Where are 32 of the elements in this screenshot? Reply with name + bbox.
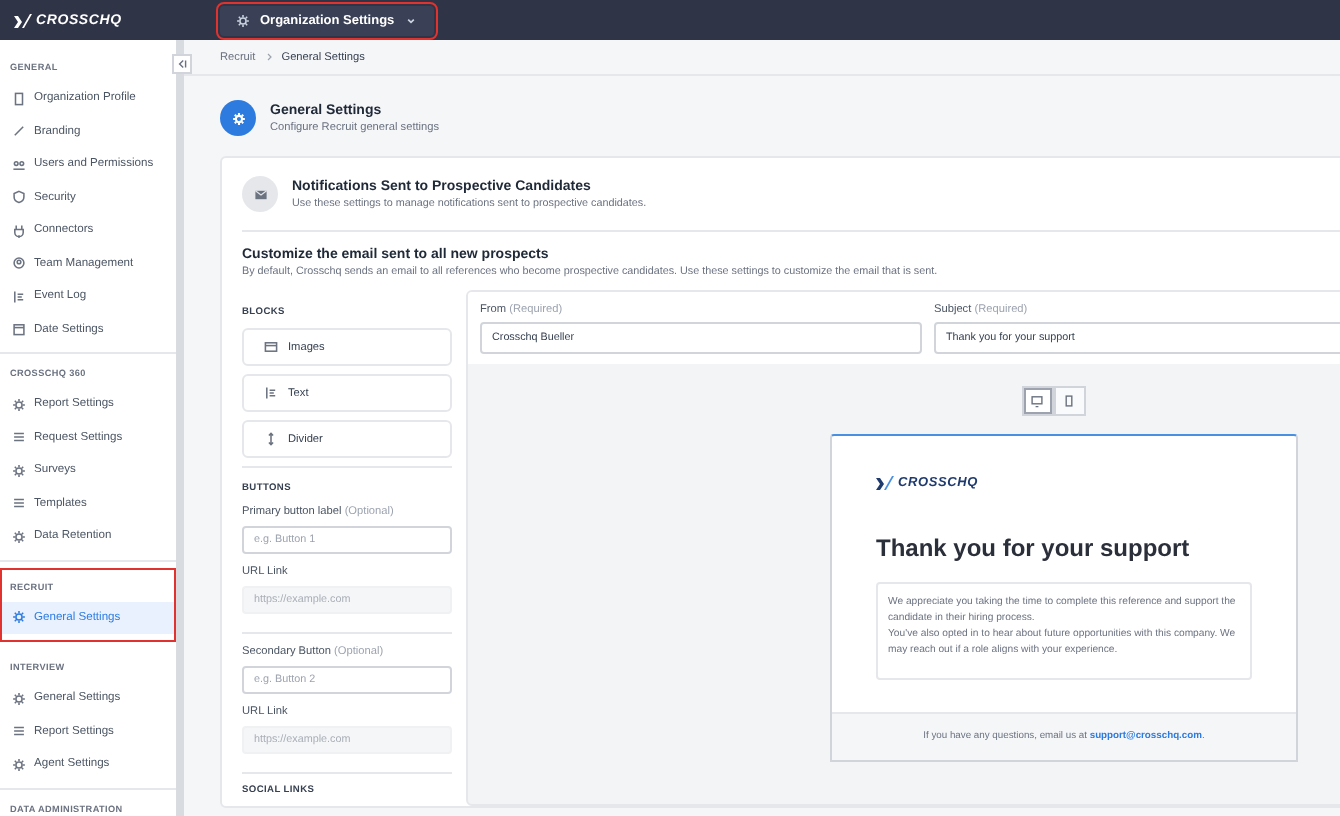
image-icon (264, 340, 278, 354)
email-heading: Thank you for your support (876, 534, 1192, 562)
chevron-icon (263, 52, 274, 62)
calendar-icon (12, 322, 26, 337)
arrows-icon (264, 432, 278, 446)
shield-icon (12, 190, 26, 205)
list-icon (12, 724, 26, 739)
collapse-button[interactable] (172, 54, 192, 74)
envelope-icon (242, 176, 278, 212)
gear-icon (12, 463, 26, 478)
gear-icon (12, 691, 26, 706)
gear-icon (220, 100, 256, 136)
desktop-view-button[interactable] (1021, 386, 1053, 416)
logo-icon (14, 13, 32, 27)
list-icon (12, 289, 26, 304)
gear-icon (12, 397, 26, 412)
gear-icon (236, 13, 250, 27)
gear-icon (12, 610, 26, 625)
document-icon (12, 91, 26, 106)
monitor-icon (1030, 394, 1044, 408)
gear-icon (12, 757, 26, 772)
text-icon (264, 386, 278, 400)
chevron-icon (404, 13, 419, 27)
plug-icon (12, 223, 26, 238)
collapse-icon (176, 58, 188, 70)
logo-icon (876, 476, 894, 490)
gear-icon (12, 529, 26, 544)
mobile-view-button[interactable] (1053, 386, 1085, 416)
list-icon (12, 430, 26, 445)
users-icon (12, 157, 26, 172)
phone-icon (1062, 394, 1076, 408)
list-icon (12, 496, 26, 511)
